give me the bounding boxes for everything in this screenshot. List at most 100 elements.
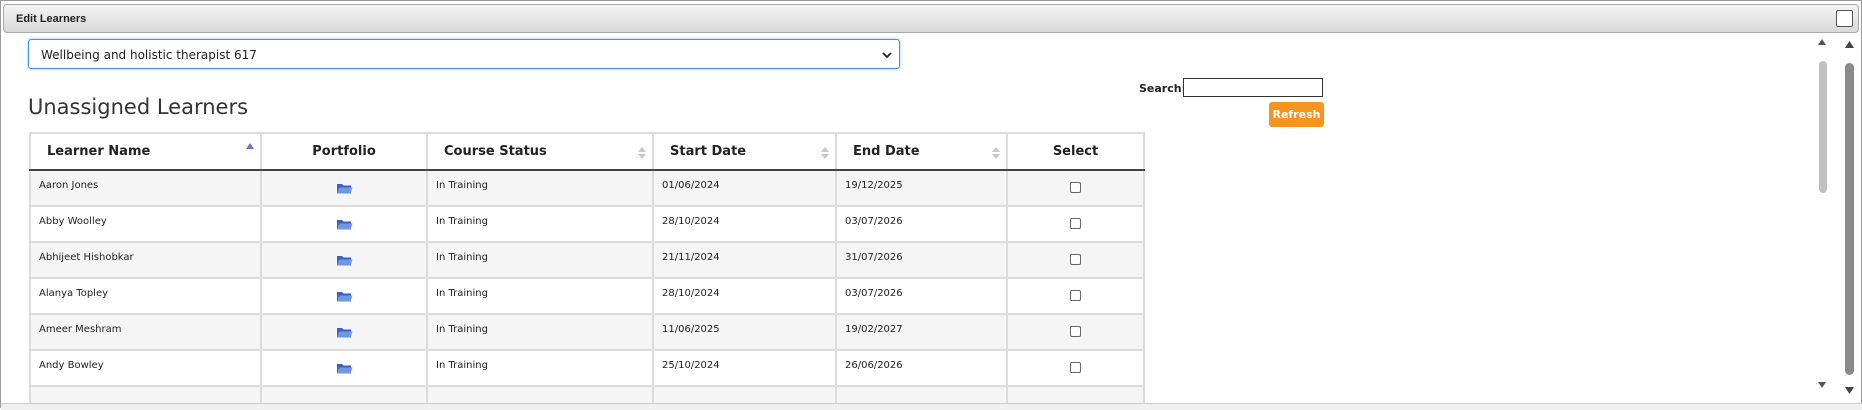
start-date-cell: 01/06/2024 [652, 169, 837, 207]
dialog-titlebar[interactable]: Edit Learners [3, 4, 1859, 33]
select-checkbox[interactable] [1070, 254, 1081, 266]
start-date: 28/10/2024 [662, 287, 720, 299]
start-date: 25/10/2024 [662, 359, 720, 371]
portfolio-cell [260, 205, 428, 243]
learner-name: Ameer Meshram [39, 323, 122, 335]
scroll-up-icon[interactable] [1845, 41, 1854, 48]
column-header-end-date[interactable]: End Date [835, 132, 1008, 171]
folder-icon[interactable] [336, 181, 353, 195]
table-row[interactable]: Aaron Jones In Training 01/06/2024 19/12/20… [29, 169, 1145, 207]
select-cell [1006, 241, 1145, 279]
start-date-cell: 28/10/2024 [652, 277, 837, 315]
learner-name: Aaron Jones [39, 179, 99, 191]
learner-name-cell: Abhijeet Hishobkar [29, 241, 262, 279]
select-checkbox[interactable] [1070, 218, 1081, 230]
learner-name: Andy Bowley [39, 359, 104, 371]
column-label: Select [1052, 144, 1099, 159]
column-header-start-date[interactable]: Start Date [652, 132, 837, 171]
course-status-cell: In Training [426, 313, 654, 351]
learner-name: Alanya Topley [39, 287, 109, 299]
end-date: 03/07/2026 [845, 215, 903, 227]
folder-icon[interactable] [336, 289, 353, 303]
end-date-cell: 19/12/2025 [835, 169, 1008, 207]
start-date-cell: 11/06/2025 [652, 313, 837, 351]
column-label: Learner Name [47, 144, 151, 159]
column-header-select: Select [1006, 132, 1145, 171]
learner-name: Abhijeet Hishobkar [39, 251, 134, 263]
folder-icon[interactable] [336, 253, 353, 267]
table-row [29, 385, 1145, 403]
start-date-cell: 28/10/2024 [652, 205, 837, 243]
select-cell [1006, 277, 1145, 315]
column-label: End Date [853, 144, 920, 159]
bottom-edge [1, 403, 1862, 410]
table-row[interactable]: Andy Bowley In Training 25/10/2024 26/06/20… [29, 349, 1145, 387]
start-date: 01/06/2024 [662, 179, 720, 191]
end-date-cell: 31/07/2026 [835, 241, 1008, 279]
course-status-cell: In Training [426, 349, 654, 387]
table-row[interactable]: Ameer Meshram In Training 11/06/2025 19/02/… [29, 313, 1145, 351]
dialog-title: Edit Learners [16, 13, 87, 25]
folder-icon[interactable] [336, 361, 353, 375]
end-date: 26/06/2026 [845, 359, 903, 371]
course-status: In Training [436, 215, 488, 227]
inner-scroll-thumb[interactable] [1819, 61, 1827, 193]
search-input[interactable] [1183, 78, 1323, 97]
select-checkbox[interactable] [1070, 362, 1081, 374]
sort-both-icon [638, 147, 646, 159]
course-select-value: Wellbeing and holistic therapist 617 [41, 48, 257, 62]
learner-name: Abby Woolley [39, 215, 107, 227]
table-row[interactable]: Abhijeet Hishobkar In Training 21/11/2024 3… [29, 241, 1145, 279]
course-status-cell: In Training [426, 241, 654, 279]
end-date: 31/07/2026 [845, 251, 903, 263]
select-checkbox[interactable] [1070, 182, 1081, 194]
scroll-up-icon[interactable] [1818, 39, 1826, 45]
end-date: 19/12/2025 [845, 179, 903, 191]
scroll-down-icon[interactable] [1845, 387, 1854, 394]
outer-scroll-thumb[interactable] [1845, 63, 1854, 375]
select-cell [1006, 313, 1145, 351]
course-status: In Training [436, 323, 488, 335]
empty-cell [1006, 385, 1145, 403]
column-header-portfolio: Portfolio [260, 132, 428, 171]
course-status: In Training [436, 359, 488, 371]
portfolio-cell [260, 277, 428, 315]
column-label: Course Status [444, 144, 547, 159]
search-label: Search: [1139, 82, 1186, 95]
select-cell [1006, 169, 1145, 207]
start-date-cell: 25/10/2024 [652, 349, 837, 387]
learner-name-cell: Alanya Topley [29, 277, 262, 315]
table-row[interactable]: Alanya Topley In Training 28/10/2024 03/07/… [29, 277, 1145, 315]
course-status: In Training [436, 251, 488, 263]
folder-icon[interactable] [336, 217, 353, 231]
learner-name-cell: Andy Bowley [29, 349, 262, 387]
column-label: Start Date [670, 144, 747, 159]
start-date: 11/06/2025 [662, 323, 720, 335]
learner-name-cell: Ameer Meshram [29, 313, 262, 351]
portfolio-cell [260, 313, 428, 351]
learners-table: Learner Name Portfolio Course Status Sta… [29, 132, 1145, 403]
empty-cell [29, 385, 262, 403]
course-select[interactable]: Wellbeing and holistic therapist 617 [28, 39, 900, 69]
folder-icon[interactable] [336, 325, 353, 339]
maximize-icon[interactable] [1836, 10, 1853, 27]
table-row[interactable]: Abby Woolley In Training 28/10/2024 03/07/2… [29, 205, 1145, 243]
select-checkbox[interactable] [1070, 326, 1081, 338]
end-date: 19/02/2027 [845, 323, 903, 335]
course-status-cell: In Training [426, 277, 654, 315]
scroll-down-icon[interactable] [1818, 382, 1826, 388]
refresh-button[interactable]: Refresh [1269, 102, 1324, 127]
portfolio-cell [260, 241, 428, 279]
end-date-cell: 26/06/2026 [835, 349, 1008, 387]
course-status: In Training [436, 287, 488, 299]
course-status-cell: In Training [426, 205, 654, 243]
learner-name-cell: Aaron Jones [29, 169, 262, 207]
select-checkbox[interactable] [1070, 290, 1081, 302]
portfolio-cell [260, 349, 428, 387]
column-header-course-status[interactable]: Course Status [426, 132, 654, 171]
portfolio-cell [260, 169, 428, 207]
end-date-cell: 03/07/2026 [835, 205, 1008, 243]
column-header-learner-name[interactable]: Learner Name [29, 132, 262, 171]
empty-cell [260, 385, 428, 403]
chevron-down-icon [882, 52, 892, 59]
